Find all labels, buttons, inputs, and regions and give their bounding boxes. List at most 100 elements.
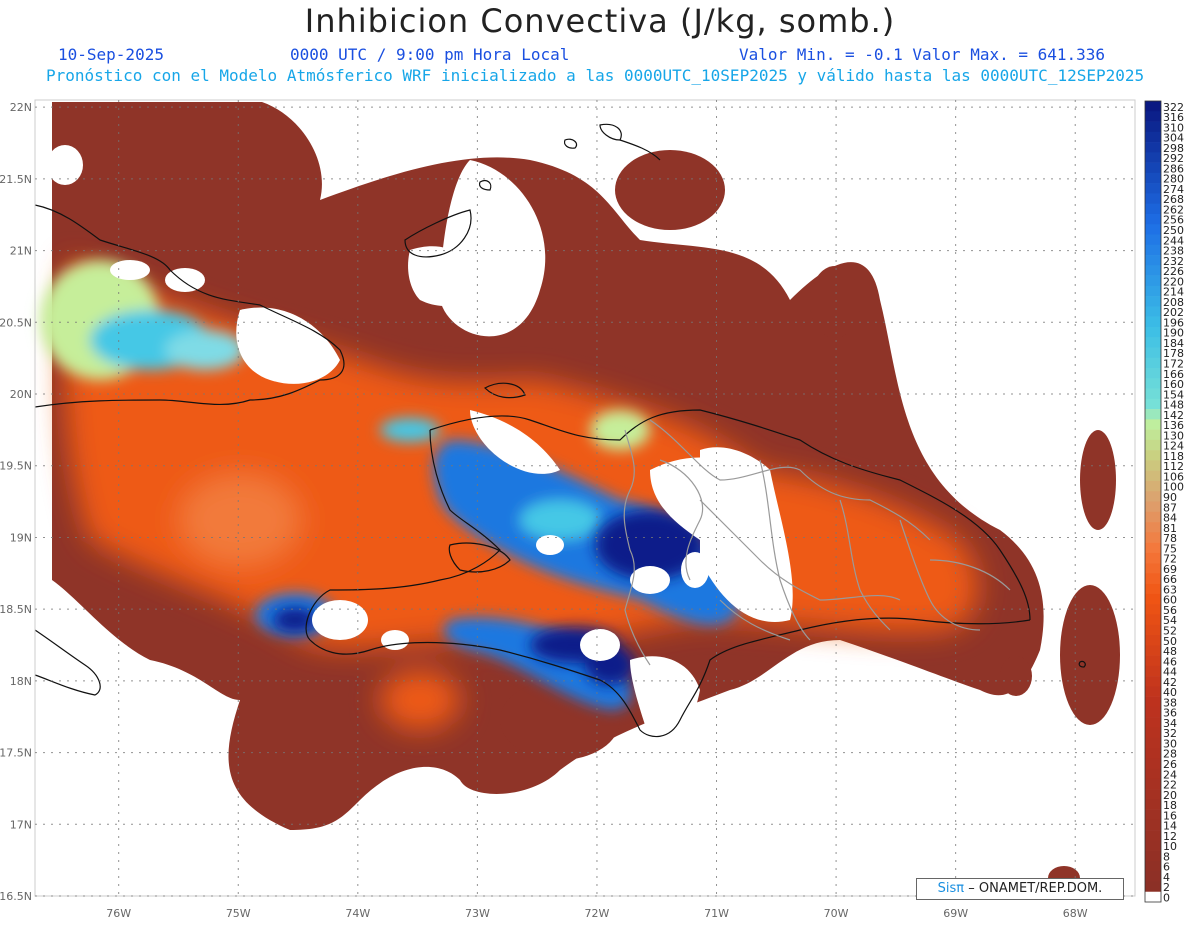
colorbar-swatch <box>1145 676 1161 687</box>
field-dark-islet <box>810 266 860 338</box>
lat-label: 20.5N <box>0 316 32 329</box>
colorbar-label: 0 <box>1163 892 1170 905</box>
colorbar-swatch <box>1145 778 1161 790</box>
colorbar-swatch <box>1145 655 1161 667</box>
colorbar-swatch <box>1145 552 1161 564</box>
colorbar-swatch <box>1145 532 1161 543</box>
colorbar-swatch <box>1145 183 1161 194</box>
colorbar-swatch <box>1145 337 1161 348</box>
colorbar-swatch <box>1145 388 1161 400</box>
colorbar-swatch <box>1145 131 1161 143</box>
colorbar-swatch <box>1145 840 1161 851</box>
colorbar-swatch <box>1145 593 1161 605</box>
colorbar-swatch <box>1145 573 1161 584</box>
colorbar-swatch <box>1145 306 1161 317</box>
colorbar-swatch <box>1145 850 1161 862</box>
field-dark-monapassage <box>1000 656 1032 696</box>
colorbar-swatch <box>1145 645 1161 656</box>
lat-label: 21N <box>10 245 32 258</box>
colorbar-swatch <box>1145 142 1161 153</box>
colorbar-swatch <box>1145 368 1161 379</box>
lat-label: 20N <box>10 388 32 401</box>
colorbar-swatch <box>1145 819 1161 831</box>
colorbar-swatch <box>1145 357 1161 369</box>
hole-haiti-west <box>312 600 368 640</box>
colorbar-swatch <box>1145 111 1161 122</box>
lat-label: 17N <box>10 818 32 831</box>
colorbar-swatch <box>1145 758 1161 769</box>
colorbar-swatch <box>1145 347 1161 359</box>
hole-dr-southcoast <box>630 566 670 594</box>
field-green-north <box>590 410 650 450</box>
credit-box: Sisπ – ONAMET/REP.DOM. <box>916 878 1124 900</box>
lon-label: 68W <box>1063 907 1088 920</box>
lon-label: 74W <box>345 907 370 920</box>
colorbar-swatch <box>1145 891 1161 903</box>
colorbar-swatch <box>1145 501 1161 513</box>
colorbar-swatch <box>1145 172 1161 184</box>
lon-label: 76W <box>106 907 131 920</box>
colorbar-swatch <box>1145 871 1161 882</box>
field-cyan-center <box>520 500 600 540</box>
lat-label: 21.5N <box>0 173 32 186</box>
colorbar-swatch <box>1145 635 1161 646</box>
lat-label: 17.5N <box>0 747 32 760</box>
field-dark-north <box>615 150 725 230</box>
colorbar-swatch <box>1145 162 1161 174</box>
colorbar-swatch <box>1145 491 1161 502</box>
colorbar-swatch <box>1145 747 1161 759</box>
colorbar-swatch <box>1145 522 1161 533</box>
colorbar-swatch <box>1145 213 1161 225</box>
colorbar-swatch <box>1145 624 1161 636</box>
colorbar-swatch <box>1145 378 1161 389</box>
colorbar-swatch <box>1145 398 1161 410</box>
lat-label: 18N <box>10 675 32 688</box>
colorbar-swatch <box>1145 614 1161 626</box>
cin-map: 76W 75W 74W 73W 72W 71W 70W 69W 68W 22N 21.5N 21N 20… <box>0 99 1184 920</box>
colorbar-swatch <box>1145 224 1161 235</box>
lon-label: 72W <box>585 907 610 920</box>
colorbar-swatch <box>1145 737 1161 749</box>
colorbar-swatch <box>1145 193 1161 204</box>
hole-islet <box>381 630 409 650</box>
colorbar-swatch <box>1145 101 1161 112</box>
colorbar-swatch <box>1145 460 1161 471</box>
colorbar-swatch <box>1145 439 1161 451</box>
colorbar-swatch <box>1145 450 1161 461</box>
lon-label: 71W <box>704 907 729 920</box>
credit-text: – ONAMET/REP.DOM. <box>968 881 1103 896</box>
colorbar-swatch <box>1145 583 1161 595</box>
colorbar-swatch <box>1145 326 1161 338</box>
colorbar-swatch <box>1145 275 1161 287</box>
colorbar-swatch <box>1145 429 1161 441</box>
field-dark-east <box>1080 430 1116 530</box>
field-dark-southeast <box>1060 585 1120 725</box>
colorbar-swatch <box>1145 706 1161 718</box>
colorbar-swatch <box>1145 470 1161 482</box>
colorbar-swatch <box>1145 665 1161 677</box>
sispi-logo: Sisπ <box>937 881 965 896</box>
lat-label: 22N <box>10 101 32 114</box>
colorbar-swatch <box>1145 419 1161 430</box>
colorbar-swatch <box>1145 285 1161 297</box>
colorbar-swatch <box>1145 686 1161 697</box>
colorbar-swatch <box>1145 203 1161 215</box>
colorbar-swatch <box>1145 316 1161 328</box>
colorbar-swatch <box>1145 121 1161 133</box>
colorbar-swatch <box>1145 727 1161 738</box>
lat-label: 19.5N <box>0 460 32 473</box>
lat-label: 19N <box>10 531 32 544</box>
colorbar-swatch <box>1145 409 1161 420</box>
lon-label: 69W <box>943 907 968 920</box>
colorbar-swatch <box>1145 860 1161 872</box>
lon-label: 73W <box>465 907 490 920</box>
field-cyan-cuba-east <box>165 330 245 370</box>
colorbar-swatch <box>1145 152 1161 163</box>
colorbar-swatch <box>1145 799 1161 810</box>
lat-label: 16.5N <box>0 890 32 903</box>
colorbar-swatch <box>1145 480 1161 492</box>
lon-label: 75W <box>226 907 251 920</box>
colorbar-swatch <box>1145 789 1161 800</box>
lat-label: 18.5N <box>0 603 32 616</box>
colorbar-swatch <box>1145 768 1161 780</box>
